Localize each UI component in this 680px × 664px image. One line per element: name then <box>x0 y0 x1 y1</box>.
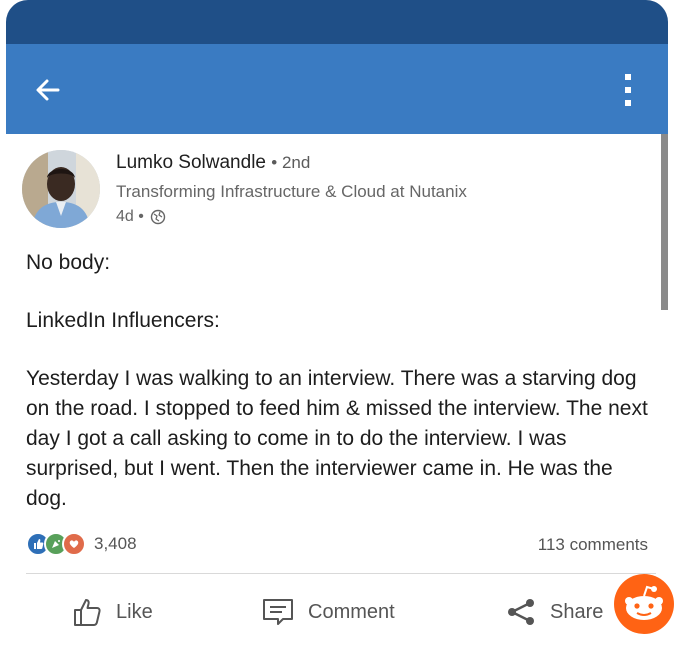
dot-icon <box>625 74 631 80</box>
avatar[interactable] <box>22 150 100 228</box>
share-icon <box>508 599 534 625</box>
share-label: Share <box>550 600 604 623</box>
post-body: No body: LinkedIn Influencers: Yesterday… <box>26 248 656 542</box>
status-bar-area <box>6 0 668 46</box>
post-text-story: Yesterday I was walking to an interview.… <box>26 367 648 510</box>
author-name[interactable]: Lumko Solwandle • 2nd <box>116 152 310 174</box>
action-bar: Like Comment Share <box>0 586 680 638</box>
author-headline: Transforming Infrastructure & Cloud at N… <box>116 182 467 201</box>
scrollbar[interactable] <box>661 134 668 310</box>
post-text-line: No body: <box>26 251 111 274</box>
post-time: 4d • <box>116 208 144 225</box>
back-button[interactable] <box>32 74 64 106</box>
globe-icon <box>150 209 166 225</box>
share-button[interactable]: Share <box>506 586 603 638</box>
thumbs-up-icon <box>74 599 101 626</box>
profile-photo-icon <box>22 150 100 228</box>
arrow-left-icon <box>36 79 60 101</box>
author-name-text: Lumko Solwandle <box>116 152 266 173</box>
comment-label: Comment <box>308 600 395 623</box>
love-icon <box>62 532 86 556</box>
reactions-summary[interactable]: 3,408 <box>26 532 137 556</box>
connection-degree: • 2nd <box>271 153 311 172</box>
divider <box>26 573 656 574</box>
comment-button[interactable]: Comment <box>262 586 395 638</box>
comments-count[interactable]: 113 comments <box>538 535 648 555</box>
more-options-button[interactable] <box>618 70 638 110</box>
app-bar <box>6 44 668 134</box>
reaction-count: 3,408 <box>94 534 137 553</box>
reddit-logo-icon <box>614 574 674 634</box>
post-timestamp: 4d • <box>116 208 166 226</box>
comment-icon <box>263 599 293 625</box>
dot-icon <box>625 100 631 106</box>
like-label: Like <box>116 600 153 623</box>
post-header: Lumko Solwandle • 2nd Transforming Infra… <box>22 150 642 236</box>
post-text-line: LinkedIn Influencers: <box>26 309 220 332</box>
dot-icon <box>625 87 631 93</box>
like-button[interactable]: Like <box>72 586 153 638</box>
